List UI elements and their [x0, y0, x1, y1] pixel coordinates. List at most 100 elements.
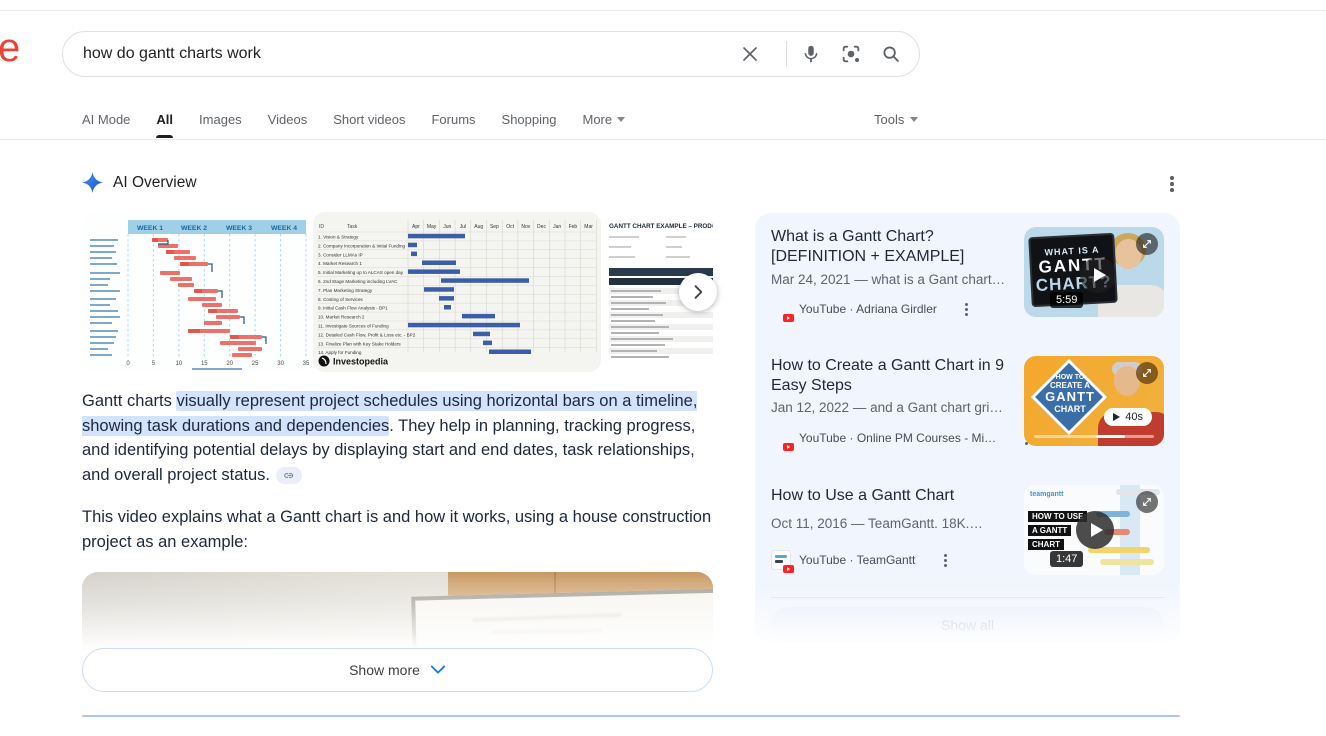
svg-text:9. Initial Cash Flow Analysis: 9. Initial Cash Flow Analysis - BP1	[318, 306, 388, 311]
svg-text:Nov: Nov	[521, 224, 530, 230]
svg-text:11. Investigate Sources of Fun: 11. Investigate Sources of Funding	[318, 324, 389, 329]
google-lens-icon[interactable]	[839, 42, 863, 66]
video-menu-icon[interactable]	[959, 301, 975, 317]
microphone-icon[interactable]	[799, 42, 823, 66]
video-snippet: Oct 11, 2016 — TeamGantt. 18K.…	[771, 516, 1021, 531]
video-source[interactable]: YouTube · Adriana Girdler	[771, 299, 975, 319]
duration-badge: 1:47	[1050, 551, 1083, 567]
svg-text:Task: Task	[347, 224, 358, 230]
tab-videos[interactable]: Videos	[268, 100, 308, 138]
svg-text:May: May	[427, 224, 437, 230]
duration-badge: 5:59	[1050, 292, 1083, 308]
svg-text:WEEK 3: WEEK 3	[226, 225, 252, 232]
ai-overview-menu-icon[interactable]	[1162, 174, 1182, 194]
ai-overview-paragraph-1: Gantt charts visually represent project …	[82, 389, 714, 487]
tab-images[interactable]: Images	[199, 100, 242, 138]
svg-text:15: 15	[201, 361, 208, 367]
chevron-down-icon	[910, 117, 918, 122]
video-menu-icon[interactable]	[937, 552, 953, 568]
tab-shopping[interactable]: Shopping	[502, 100, 557, 138]
tab-all[interactable]: All	[156, 100, 173, 138]
svg-text:4. Market Research 1: 4. Market Research 1	[318, 261, 362, 266]
svg-text:Mar: Mar	[584, 224, 593, 230]
svg-text:Jul: Jul	[460, 224, 466, 230]
svg-text:35: 35	[303, 361, 310, 367]
svg-text:1. Vision & Strategy: 1. Vision & Strategy	[318, 235, 359, 240]
clear-search-icon[interactable]	[738, 42, 762, 66]
google-logo-fragment[interactable]: e	[0, 26, 20, 71]
svg-text:3. Consider LLMAs IP: 3. Consider LLMAs IP	[318, 252, 363, 257]
search-bar[interactable]	[62, 31, 920, 77]
tab-short-videos[interactable]: Short videos	[333, 100, 405, 138]
search-bar-icons	[738, 41, 903, 67]
sparkle-icon	[82, 172, 103, 193]
svg-text:WEEK 2: WEEK 2	[181, 225, 207, 232]
ai-overview-title: AI Overview	[113, 174, 197, 192]
search-input[interactable]	[83, 45, 738, 63]
svg-text:8. Costing of Services: 8. Costing of Services	[318, 297, 363, 302]
svg-text:5. Initial Marketing up to AL: 5. Initial Marketing up to ALCAS open da…	[318, 270, 404, 275]
videos-panel: What is a Gantt Chart? [DEFINITION + EXA…	[755, 213, 1180, 643]
tabs-divider	[0, 139, 1326, 140]
show-more-button[interactable]: Show more	[82, 648, 713, 692]
tab-more[interactable]: More	[582, 100, 625, 138]
link-icon	[283, 469, 296, 482]
inline-video-preview[interactable]	[82, 572, 713, 650]
ai-overview-image-carousel: WEEK 1 WEEK 2 WEEK 3 WEEK 4	[82, 212, 713, 372]
video-title[interactable]: What is a Gantt Chart? [DEFINITION + EXA…	[771, 227, 1011, 266]
google-search-results-page: e AI Mode	[0, 0, 1326, 736]
show-all-button[interactable]: Show all	[771, 607, 1164, 643]
youtube-badge-icon	[783, 443, 794, 451]
svg-text:ID: ID	[319, 224, 324, 230]
svg-text:Feb: Feb	[569, 224, 578, 230]
svg-text:Jan: Jan	[553, 224, 561, 230]
video-title[interactable]: How to Use a Gantt Chart	[771, 486, 1011, 506]
carousel-image-week-gantt[interactable]: WEEK 1 WEEK 2 WEEK 3 WEEK 4	[82, 212, 310, 372]
fade-overlay	[82, 572, 713, 650]
thumbnail-sign: HOW TO CREATE A GANTT CHART	[1032, 374, 1108, 415]
svg-text:2. Company Incorporation & In: 2. Company Incorporation & Initial Fundi…	[318, 243, 406, 248]
expand-icon	[1136, 491, 1158, 513]
play-icon	[1080, 257, 1116, 293]
svg-text:25: 25	[252, 361, 259, 367]
video-title[interactable]: How to Create a Gantt Chart in 9 Easy St…	[771, 356, 1011, 395]
chevron-down-icon	[617, 117, 625, 122]
svg-text:WEEK 4: WEEK 4	[271, 225, 297, 232]
citation-link-chip[interactable]	[276, 467, 302, 484]
svg-text:Jun: Jun	[443, 224, 451, 230]
video-source[interactable]: YouTube · Online PM Courses - Mi…	[771, 428, 1034, 448]
youtube-badge-icon	[783, 565, 794, 573]
svg-text:14. Apply for Funding: 14. Apply for Funding	[318, 350, 362, 355]
teamgantt-brand: teamgantt	[1030, 491, 1063, 498]
svg-text:Sep: Sep	[490, 224, 499, 230]
youtube-badge-icon	[783, 314, 794, 322]
svg-text:10. Market Research 2: 10. Market Research 2	[318, 315, 365, 320]
svg-text:10: 10	[176, 361, 183, 367]
svg-text:WEEK 1: WEEK 1	[137, 225, 163, 232]
ai-overview-header: AI Overview	[82, 172, 197, 193]
doc-title: GANTT CHART EXAMPLE – PRODUCT	[609, 223, 713, 230]
video-source[interactable]: YouTube · TeamGantt	[771, 550, 953, 570]
video-progress-bar	[1034, 435, 1154, 438]
tab-ai-mode[interactable]: AI Mode	[82, 100, 130, 138]
video-thumbnail[interactable]: WHAT IS A GANTT CHART? 5:59	[1024, 227, 1164, 317]
carousel-image-investopedia-gantt[interactable]: ID Task Apr May Jun Jul Aug Sep Oct Nov …	[313, 212, 601, 372]
video-thumbnail[interactable]: teamgantt HOW TO USE A GANTT CHART 1:47	[1024, 485, 1164, 575]
expand-icon	[1136, 362, 1158, 384]
result-type-tabs: AI Mode All Images Videos Short videos F…	[82, 100, 625, 138]
expand-icon	[1136, 233, 1158, 255]
svg-text:6. 2nd Stage Marketing includ: 6. 2nd Stage Marketing including LVAC	[318, 279, 398, 284]
chevron-down-icon	[430, 664, 446, 676]
svg-text:Oct: Oct	[506, 224, 514, 230]
svg-text:13. Finalize Plan with Key Sta: 13. Finalize Plan with Key Stake Holders	[318, 341, 401, 346]
video-snippet: Jan 12, 2022 — and a Gant chart gri…	[771, 400, 1021, 415]
tools-button[interactable]: Tools	[874, 100, 918, 138]
tab-forums[interactable]: Forums	[431, 100, 475, 138]
duration-badge: 40s	[1104, 408, 1152, 426]
video-thumbnail[interactable]: HOW TO CREATE A GANTT CHART 40s	[1024, 356, 1164, 446]
search-icon[interactable]	[879, 42, 903, 66]
play-icon	[1113, 413, 1120, 421]
chevron-right-icon	[688, 282, 708, 302]
carousel-next-button[interactable]	[679, 273, 717, 311]
svg-text:7. Plan Marketing Strategy: 7. Plan Marketing Strategy	[318, 288, 373, 293]
